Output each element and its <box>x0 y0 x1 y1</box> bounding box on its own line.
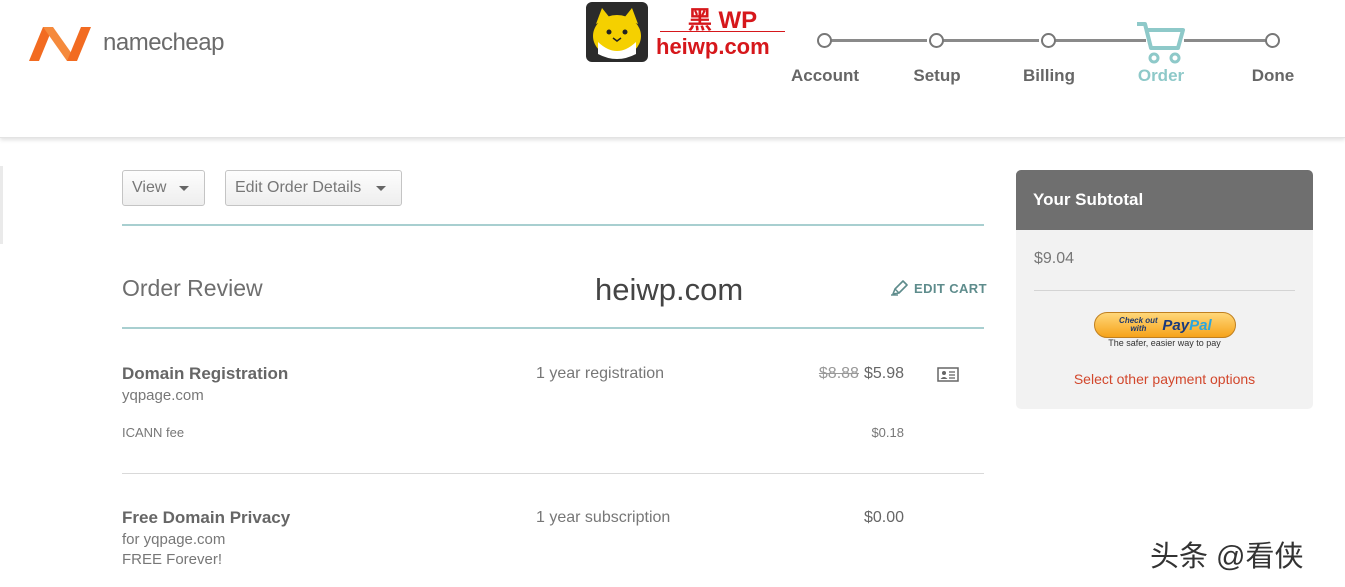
divider <box>122 473 984 474</box>
progress-line <box>1184 39 1266 42</box>
paypal-tagline: The safer, easier way to pay <box>1108 338 1221 348</box>
step-setup-label: Setup <box>913 66 961 85</box>
namecheap-logo-icon <box>29 27 91 61</box>
step-billing-label: Billing <box>1023 66 1075 85</box>
edit-order-details-label: Edit Order Details <box>235 179 362 196</box>
item-price: $0.00 <box>863 509 904 526</box>
watermark-center-text: heiwp.com <box>595 272 744 307</box>
item-term: 1 year registration <box>536 365 665 382</box>
progress-line <box>830 39 927 42</box>
subtotal-panel: Your Subtotal $9.04 Check out with PayPa… <box>1016 170 1313 409</box>
page-title: Order Review <box>122 275 263 301</box>
logo-text: namecheap <box>103 29 224 56</box>
item-title-domain-privacy: Free Domain Privacy <box>122 508 291 527</box>
item-privacy-note: FREE Forever! <box>122 551 223 568</box>
divider <box>1034 290 1295 291</box>
pencil-icon <box>891 280 908 296</box>
step-account-label: Account <box>791 66 859 85</box>
step-order-label: Order <box>1137 66 1185 85</box>
item-title-domain-registration: Domain Registration <box>122 364 289 383</box>
chevron-down-icon <box>179 186 189 191</box>
step-setup-dot <box>929 33 944 48</box>
step-billing-dot <box>1041 33 1056 48</box>
step-done-label: Done <box>1251 66 1295 85</box>
checkout-progress: Account Setup Billing Order Done <box>790 0 1310 100</box>
cart-icon <box>1137 22 1185 64</box>
edit-cart-label: EDIT CART <box>914 280 987 296</box>
view-dropdown-label: View <box>132 179 167 196</box>
edit-order-details-dropdown[interactable]: Edit Order Details <box>225 170 402 206</box>
watermark-corner-text: 头条 @看侠 <box>1150 541 1304 573</box>
divider <box>122 224 984 226</box>
other-payment-options-link[interactable]: Select other payment options <box>1016 371 1313 387</box>
namecheap-logo[interactable]: namecheap <box>27 23 224 63</box>
view-dropdown[interactable]: View <box>122 170 205 206</box>
paypal-checkout-text: Check out with <box>1119 316 1158 333</box>
watermark-cat-icon <box>586 2 648 62</box>
paypal-logo-icon: PayPal <box>1162 316 1212 334</box>
paypal-checkout-button[interactable]: Check out with PayPal <box>1094 312 1236 338</box>
item-current-price: $5.98 <box>863 365 904 382</box>
watermark-bottom-text: heiwp.com <box>656 34 770 59</box>
progress-line <box>1054 39 1146 42</box>
edit-cart-link[interactable]: EDIT CART <box>891 280 987 296</box>
contact-card-icon[interactable] <box>937 367 959 382</box>
subtotal-amount: $9.04 <box>1034 250 1075 267</box>
item-domain-name: yqpage.com <box>122 387 204 404</box>
progress-line <box>942 39 1039 42</box>
item-privacy-domain: for yqpage.com <box>122 531 226 548</box>
divider <box>122 327 984 329</box>
subtotal-heading: Your Subtotal <box>1016 170 1313 230</box>
chevron-down-icon <box>376 186 386 191</box>
item-price: $8.88 $5.98 <box>760 365 904 383</box>
item-term: 1 year subscription <box>536 509 671 526</box>
item-old-price: $8.88 <box>818 365 859 382</box>
step-done-dot <box>1265 33 1280 48</box>
watermark-divider <box>660 31 785 32</box>
side-tab-edge <box>0 166 3 244</box>
step-account-dot <box>817 33 832 48</box>
icann-fee-label: ICANN fee <box>122 425 185 440</box>
icann-fee-price: $0.18 <box>871 425 904 440</box>
watermark-top-text: 黑 WP <box>687 7 758 34</box>
site-header: namecheap 黑 WP heiwp.com Account Setup B… <box>0 0 1345 138</box>
